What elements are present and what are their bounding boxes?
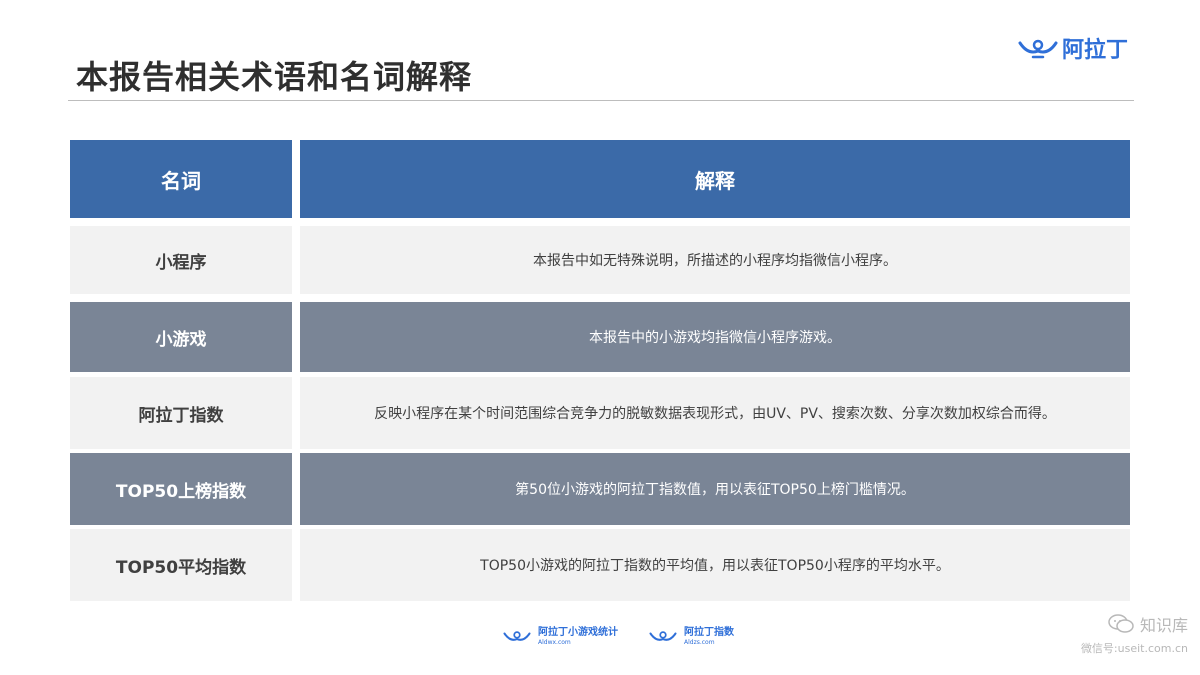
term-cell: 小程序 <box>70 226 292 294</box>
table-row: TOP50上榜指数 第50位小游戏的阿拉丁指数值，用以表征TOP50上榜门槛情况… <box>70 453 1130 525</box>
footer-logo2-main: 阿拉丁指数 <box>684 627 734 638</box>
term-cell: TOP50上榜指数 <box>70 453 292 525</box>
footer-logo-aldzs: 阿拉丁指数 Aldzs.com <box>646 628 734 646</box>
explanation-cell: 反映小程序在某个时间范围综合竞争力的脱敏数据表现形式，由UV、PV、搜索次数、分… <box>300 377 1130 449</box>
terms-table: 名词 解释 小程序 本报告中如无特殊说明，所描述的小程序均指微信小程序。 小游戏… <box>70 140 1130 601</box>
table-row: TOP50平均指数 TOP50小游戏的阿拉丁指数的平均值，用以表征TOP50小程… <box>70 529 1130 601</box>
header-explanation: 解释 <box>300 140 1130 218</box>
watermark-name: 知识库 <box>1139 616 1188 635</box>
explanation-cell: 第50位小游戏的阿拉丁指数值，用以表征TOP50上榜门槛情况。 <box>300 453 1130 525</box>
genie-lamp-icon <box>649 631 677 641</box>
page-title: 本报告相关术语和名词解释 <box>76 58 473 96</box>
footer-logos: 阿拉丁小游戏统计 Aldwx.com 阿拉丁指数 Aldzs.com <box>500 628 734 646</box>
term-cell: 阿拉丁指数 <box>70 377 292 449</box>
wechat-icon <box>1108 614 1134 633</box>
brand-logo-text: 阿拉丁 <box>1062 38 1129 63</box>
watermark: 知识库 微信号:useit.com.cn <box>1081 612 1188 656</box>
table-row: 阿拉丁指数 反映小程序在某个时间范围综合竞争力的脱敏数据表现形式，由UV、PV、… <box>70 377 1130 449</box>
header-term: 名词 <box>70 140 292 218</box>
table-header: 名词 解释 <box>70 140 1130 218</box>
table-row: 小程序 本报告中如无特殊说明，所描述的小程序均指微信小程序。 <box>70 226 1130 294</box>
table-row: 小游戏 本报告中的小游戏均指微信小程序游戏。 <box>70 302 1130 372</box>
explanation-cell: TOP50小游戏的阿拉丁指数的平均值，用以表征TOP50小程序的平均水平。 <box>300 529 1130 601</box>
title-divider <box>68 100 1134 101</box>
brand-logo: 阿拉丁 <box>1018 32 1128 64</box>
footer-logo1-main: 阿拉丁小游戏统计 <box>538 627 618 638</box>
term-cell: TOP50平均指数 <box>70 529 292 601</box>
term-cell: 小游戏 <box>70 302 292 372</box>
genie-lamp-icon <box>503 631 531 641</box>
footer-logo1-sub: Aldwx.com <box>538 639 571 646</box>
explanation-cell: 本报告中的小游戏均指微信小程序游戏。 <box>300 302 1130 372</box>
footer-logo2-sub: Aldzs.com <box>684 639 715 646</box>
watermark-sub: 微信号:useit.com.cn <box>1080 642 1188 655</box>
footer-logo-aldwx: 阿拉丁小游戏统计 Aldwx.com <box>500 628 618 646</box>
explanation-cell: 本报告中如无特殊说明，所描述的小程序均指微信小程序。 <box>300 226 1130 294</box>
genie-lamp-icon <box>1018 39 1058 59</box>
